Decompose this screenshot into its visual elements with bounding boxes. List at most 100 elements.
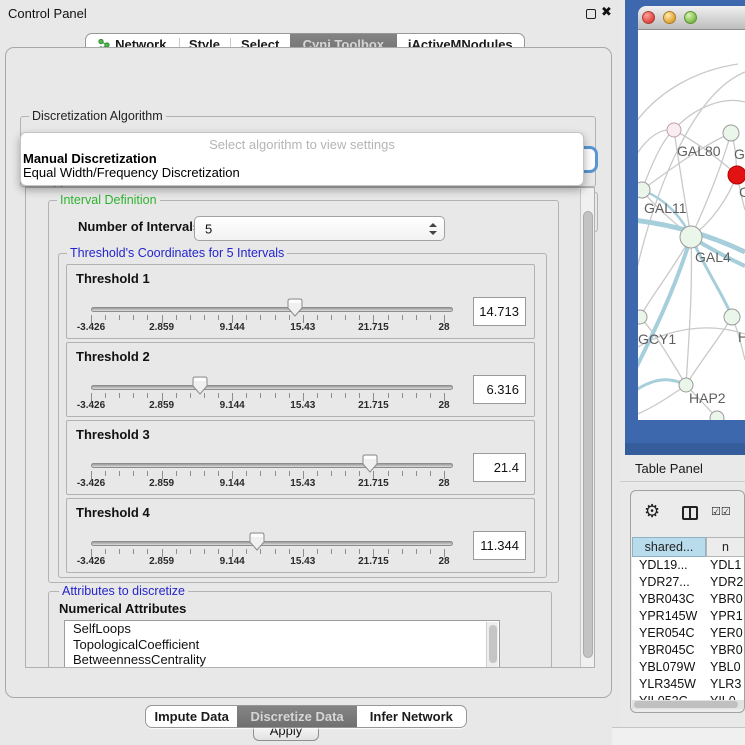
network-window-frame: GAL80GACGAL11GAL4GCY1HHAP2 [625, 0, 745, 455]
bottom-tab-discretize-data[interactable]: Discretize Data [237, 706, 356, 727]
close-traffic-light-icon[interactable] [642, 11, 655, 24]
slider-thumb[interactable] [362, 454, 378, 473]
tick-mark [218, 315, 219, 320]
bottom-tab-impute-data[interactable]: Impute Data [146, 706, 237, 727]
table-row[interactable]: YBR043CYBR0 [632, 591, 745, 608]
threshold-value-field[interactable]: 14.713 [473, 297, 526, 326]
network-node[interactable] [638, 310, 647, 324]
cell-shared-name: YBL079W [632, 659, 706, 676]
network-window-titlebar[interactable] [638, 6, 745, 30]
tick-label: 9.144 [220, 400, 245, 411]
cell-name: YLR3 [706, 676, 741, 693]
network-node[interactable] [667, 123, 681, 137]
horizontal-scrollbar[interactable] [632, 700, 745, 709]
tick-mark [190, 471, 191, 476]
table-row[interactable]: YIL052CYIL0 [632, 693, 745, 700]
float-window-icon[interactable] [586, 9, 596, 19]
bottom-tab-infer-network[interactable]: Infer Network [357, 706, 466, 727]
thresholds-title: Threshold's Coordinates for 5 Intervals [67, 246, 287, 260]
close-icon[interactable]: ✖ [601, 4, 612, 20]
control-panel: Control Panel ✖ NetworkStyleSelectCyni T… [0, 0, 620, 745]
tick-label: 15.43 [290, 400, 315, 411]
tick-mark [147, 471, 148, 476]
select-columns-icon[interactable]: ☑☑ [711, 505, 731, 518]
dropdown-option[interactable]: Manual Discretization [21, 152, 583, 166]
table-row[interactable]: YER054CYER0 [632, 625, 745, 642]
frame-shadow [625, 443, 745, 455]
cell-name: YDR2 [706, 574, 743, 591]
network-node[interactable] [710, 411, 724, 420]
table-header: shared... n [632, 537, 745, 557]
table-row[interactable]: YBL079WYBL0 [632, 659, 745, 676]
tick-mark [147, 393, 148, 398]
tick-label: 2.859 [149, 478, 174, 489]
intervals-combo[interactable]: 5 [194, 216, 445, 241]
tick-mark [147, 315, 148, 320]
tick-mark [275, 549, 276, 554]
slider-track[interactable] [91, 541, 453, 546]
slider-thumb[interactable] [192, 376, 208, 395]
attribute-list-item[interactable]: SelfLoops [65, 621, 499, 637]
column-header-shared-name[interactable]: shared... [632, 537, 706, 557]
slider-track[interactable] [91, 307, 453, 312]
tick-mark [359, 393, 360, 398]
tick-label: 21.715 [358, 322, 389, 333]
scrollbar-thumb[interactable] [634, 701, 738, 708]
tick-mark [176, 315, 177, 320]
tick-mark [331, 471, 332, 476]
tick-label: -3.426 [77, 478, 105, 489]
gear-icon[interactable]: ⚙ [644, 501, 660, 522]
tick-mark [317, 315, 318, 320]
tick-mark [176, 549, 177, 554]
tick-mark [359, 549, 360, 554]
table-row[interactable]: YDR27...YDR2 [632, 574, 745, 591]
slider-thumb[interactable] [287, 298, 303, 317]
cell-shared-name: YIL052C [632, 693, 706, 700]
table-row[interactable]: YDL19...YDL1 [632, 557, 745, 574]
bottom-tab-label: Discretize Data [250, 709, 343, 724]
tick-mark [416, 549, 417, 554]
dropdown-option[interactable]: Equal Width/Frequency Discretization [21, 166, 583, 180]
tick-mark [246, 471, 247, 476]
table-row[interactable]: YPR145WYPR1 [632, 608, 745, 625]
vertical-scrollbar[interactable] [580, 189, 594, 667]
tick-mark [190, 393, 191, 398]
scrollbar-thumb[interactable] [583, 211, 593, 658]
slider-thumb[interactable] [249, 532, 265, 551]
minimize-traffic-light-icon[interactable] [663, 11, 676, 24]
attributes-scrollbar[interactable] [486, 622, 498, 668]
node-label: GA [734, 146, 745, 162]
slider-track[interactable] [91, 463, 453, 468]
threshold-value-field[interactable]: 11.344 [473, 531, 526, 560]
tick-label: 15.43 [290, 478, 315, 489]
tick-mark [416, 471, 417, 476]
split-columns-icon[interactable] [682, 506, 698, 520]
tick-mark [246, 549, 247, 554]
tick-mark [416, 393, 417, 398]
network-node[interactable] [680, 226, 702, 248]
tick-mark [345, 315, 346, 320]
column-header-name[interactable]: n [706, 537, 745, 557]
network-node[interactable] [728, 166, 745, 184]
numerical-attributes-list: SelfLoopsTopologicalCoefficientBetweenne… [64, 620, 500, 668]
cell-shared-name: YLR345W [632, 676, 706, 693]
threshold-value-field[interactable]: 6.316 [473, 375, 526, 404]
cell-name: YBR0 [706, 591, 743, 608]
slider-track[interactable] [91, 385, 453, 390]
network-canvas[interactable]: GAL80GACGAL11GAL4GCY1HHAP2 [638, 30, 745, 420]
tick-mark [275, 315, 276, 320]
network-node[interactable] [723, 125, 739, 141]
tick-mark [388, 315, 389, 320]
table-row[interactable]: YLR345WYLR3 [632, 676, 745, 693]
network-node[interactable] [724, 309, 740, 325]
network-node[interactable] [638, 182, 650, 198]
attribute-list-item[interactable]: BetweennessCentrality [65, 652, 499, 668]
tick-mark [204, 315, 205, 320]
tick-mark [147, 549, 148, 554]
intervals-combo-value: 5 [205, 221, 212, 236]
tick-mark [105, 549, 106, 554]
table-row[interactable]: YBR045CYBR0 [632, 642, 745, 659]
threshold-value-field[interactable]: 21.4 [473, 453, 526, 482]
zoom-traffic-light-icon[interactable] [684, 11, 697, 24]
attribute-list-item[interactable]: TopologicalCoefficient [65, 637, 499, 653]
